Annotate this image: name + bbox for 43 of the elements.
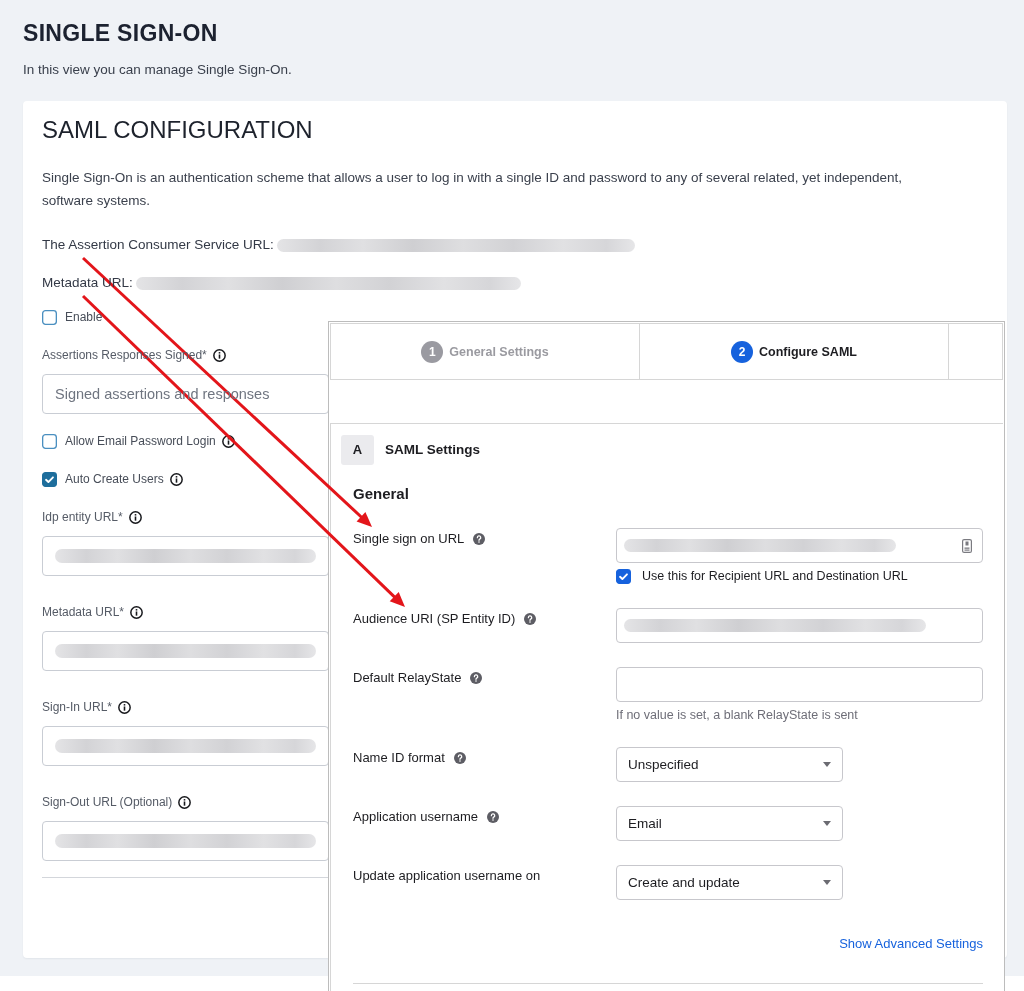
field-label: Single sign on URL (353, 530, 465, 548)
field-label: Sign-Out URL (Optional) (42, 794, 173, 810)
input-field[interactable] (616, 528, 983, 563)
checkbox-label: Allow Email Password Login (65, 433, 216, 449)
caret-icon (823, 762, 831, 767)
advanced-settings-link[interactable]: Show Advanced Settings (839, 936, 983, 952)
checkbox-label: Use this for Recipient URL and Destination URL (642, 568, 908, 584)
card-description: Single Sign-On is an authentication scheme that allows a user to log in with a single ID and password to any of several related, yet independent, software systems. (42, 169, 903, 210)
checkbox[interactable] (616, 568, 631, 584)
checkbox[interactable] (42, 433, 57, 449)
checkbox[interactable] (42, 309, 57, 325)
field-label: Audience URI (SP Entity ID) (353, 610, 516, 628)
dropdown[interactable]: Unspecified (616, 747, 843, 782)
section-badge: A (341, 435, 374, 465)
checkbox-label: Auto Create Users (65, 471, 164, 487)
field-hint: If no value is set, a blank RelayState is sent (616, 707, 858, 723)
input-field[interactable] (42, 536, 329, 576)
input-field[interactable] (616, 667, 983, 702)
url-label: The Assertion Consumer Service URL: (42, 236, 274, 254)
field-label: Application username (353, 808, 479, 826)
section-title: SAML Settings (385, 441, 480, 459)
checkbox-label: Enable (65, 309, 103, 325)
group-heading: General (353, 484, 409, 504)
page-subtitle: In this view you can manage Single Sign-On. (23, 61, 292, 79)
input-field[interactable] (616, 608, 983, 643)
caret-icon (823, 880, 831, 885)
field-label: Sign-In URL* (42, 699, 113, 715)
field-label: Update application username on (353, 867, 541, 885)
input-field[interactable] (42, 821, 329, 861)
field-label: Default RelayState (353, 669, 462, 687)
card-title: SAML CONFIGURATION (42, 115, 313, 145)
field-label: Name ID format (353, 749, 445, 767)
dropdown[interactable]: Email (616, 806, 843, 841)
step-number: 1 (421, 340, 444, 363)
caret-icon (823, 821, 831, 826)
field-label: Idp entity URL* (42, 509, 123, 525)
field-label: Metadata URL* (42, 604, 125, 620)
input-field[interactable] (42, 631, 329, 671)
checkbox[interactable] (42, 471, 57, 487)
dropdown[interactable]: Create and update (616, 865, 843, 900)
input-field[interactable] (42, 726, 329, 766)
step-number: 2 (731, 340, 754, 363)
page-title: SINGLE SIGN-ON (23, 19, 218, 48)
